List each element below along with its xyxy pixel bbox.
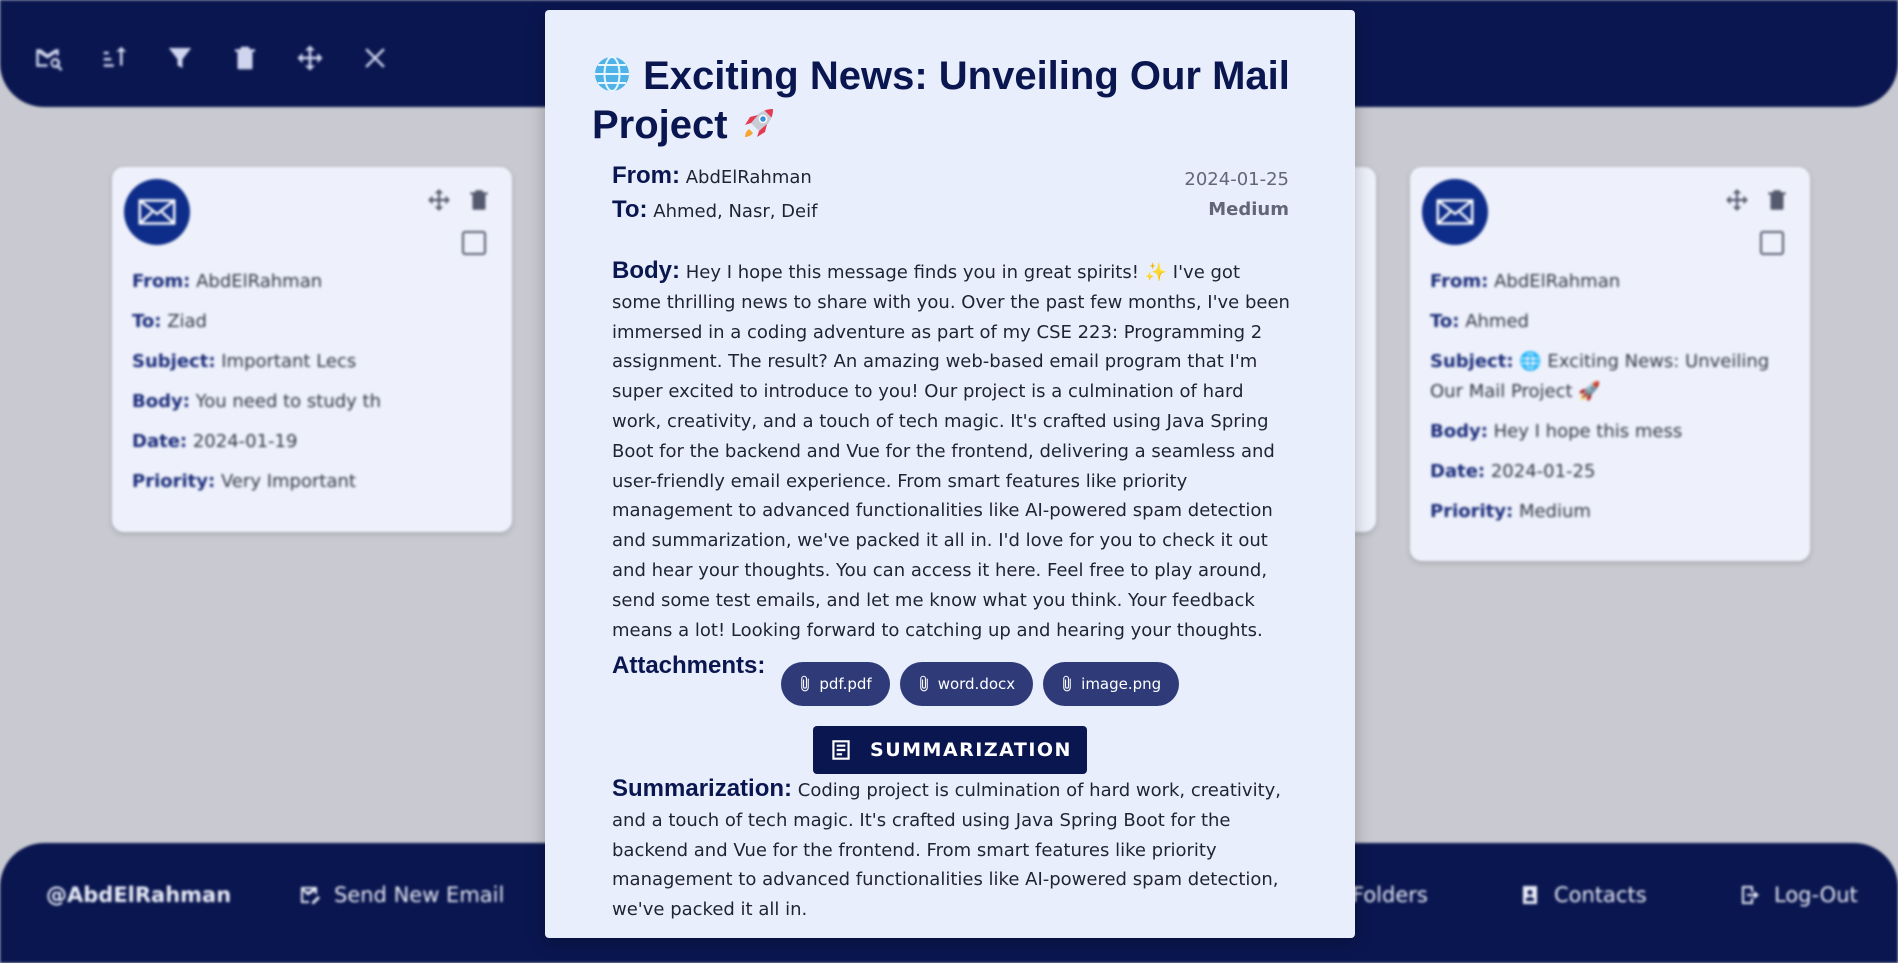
email-card[interactable]: From: AbdElRahman To: Ahmed Subject: 🌐 E…: [1410, 167, 1810, 561]
card-subject: Subject: 🌐 Exciting News: Unveiling Our …: [1430, 351, 1770, 402]
attachments-label: Attachments:: [612, 652, 766, 679]
contacts-label: Contacts: [1554, 883, 1647, 907]
search-mail-icon[interactable]: [32, 40, 68, 76]
paperclip-icon: [919, 675, 928, 692]
card-subject: Subject: Important Lecs: [132, 351, 357, 372]
email-priority: Medium: [1208, 199, 1289, 220]
user-handle: @AbdElRahman: [46, 883, 232, 907]
trash-icon[interactable]: [466, 187, 492, 213]
card-to: To: Ziad: [132, 311, 207, 332]
contacts-link[interactable]: Contacts: [1518, 880, 1647, 910]
card-from: From: AbdElRahman: [132, 271, 323, 292]
move-icon[interactable]: [292, 40, 328, 76]
email-card[interactable]: From: AbdElRahman To: Ziad Subject: Impo…: [112, 167, 512, 532]
card-priority: Priority: Very Important: [132, 471, 356, 492]
mail-avatar-icon: [1422, 179, 1488, 245]
card-to: To: Ahmed: [1430, 311, 1529, 332]
card-body: Body: You need to study th: [132, 391, 381, 412]
email-from: From: AbdElRahman: [612, 162, 812, 189]
logout-icon: [1742, 886, 1759, 904]
email-title-text: Exciting News: Unveiling Our Mail Projec…: [592, 54, 1290, 148]
select-checkbox[interactable]: [1760, 231, 1784, 255]
email-date-block: 2024-01-25 Medium: [1184, 165, 1289, 225]
move-icon[interactable]: [426, 187, 452, 213]
card-date: Date: 2024-01-19: [132, 431, 298, 452]
mail-avatar-icon: [124, 179, 190, 245]
send-new-email-link[interactable]: Send New Email: [298, 880, 504, 910]
close-icon[interactable]: [357, 40, 393, 76]
folders-link[interactable]: Folders: [1352, 880, 1428, 910]
email-meta: From: AbdElRahman To: Ahmed, Nasr, Deif: [612, 160, 817, 228]
attachment-chip[interactable]: word.docx: [899, 662, 1034, 706]
globe-icon: [592, 54, 632, 103]
email-body: Body: Hey I hope this message finds you …: [612, 257, 1290, 641]
trash-icon[interactable]: [1764, 187, 1790, 213]
rocket-icon: [739, 103, 779, 152]
card-from: From: AbdElRahman: [1430, 271, 1621, 292]
paperclip-icon: [1063, 675, 1071, 692]
logout-label: Log-Out: [1774, 883, 1858, 907]
sort-icon[interactable]: [97, 40, 133, 76]
attachments-row: Attachments: pdf.pdf word.docx image.png: [612, 650, 1180, 706]
folders-label: Folders: [1352, 883, 1428, 907]
logout-link[interactable]: Log-Out: [1738, 880, 1858, 910]
email-body-text: Hey I hope this message finds you in gre…: [612, 262, 1290, 641]
email-to: To: Ahmed, Nasr, Deif: [612, 196, 818, 223]
email-title: Exciting News: Unveiling Our Mail Projec…: [592, 54, 1332, 152]
email-detail-modal: Exciting News: Unveiling Our Mail Projec…: [545, 10, 1355, 938]
contacts-icon: [1523, 886, 1537, 904]
document-icon: [832, 740, 850, 760]
summarization-button[interactable]: SUMMARIZATION: [813, 726, 1087, 774]
email-summary: Summarization: Coding project is culmina…: [612, 775, 1281, 921]
trash-icon[interactable]: [227, 40, 263, 76]
attachment-chip[interactable]: image.png: [1043, 662, 1180, 706]
card-date: Date: 2024-01-25: [1430, 461, 1596, 482]
send-new-email-label: Send New Email: [334, 883, 505, 907]
attachment-chip[interactable]: pdf.pdf: [781, 662, 890, 706]
email-date: 2024-01-25: [1184, 169, 1289, 190]
select-checkbox[interactable]: [462, 231, 486, 255]
card-body: Body: Hey I hope this mess: [1430, 421, 1683, 442]
compose-mail-icon: [301, 887, 320, 904]
filter-icon[interactable]: [162, 40, 198, 76]
move-icon[interactable]: [1724, 187, 1750, 213]
card-priority: Priority: Medium: [1430, 501, 1591, 522]
paperclip-icon: [801, 675, 810, 692]
